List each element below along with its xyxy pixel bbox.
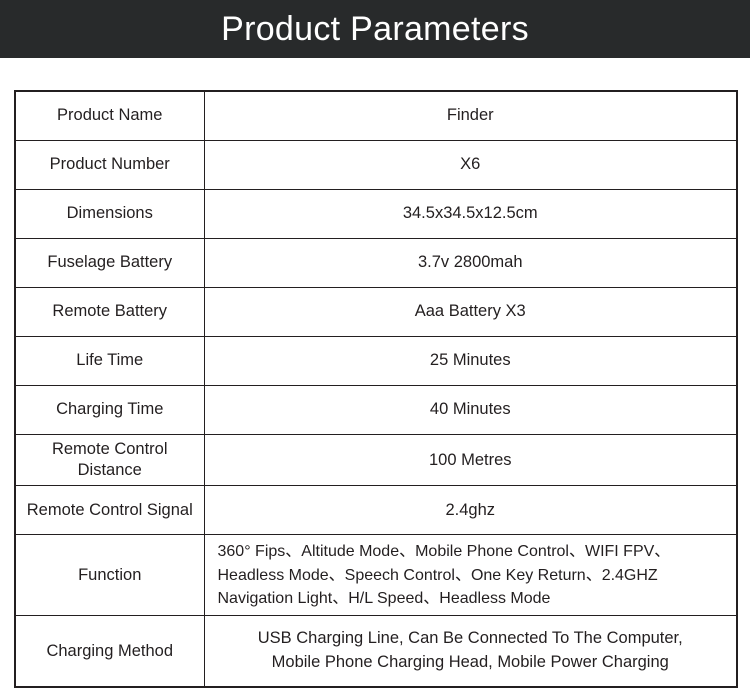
table-row: Dimensions 34.5x34.5x12.5cm bbox=[14, 189, 738, 239]
spec-table-body: Product Name Finder Product Number X6 Di… bbox=[14, 90, 738, 688]
parameter-value: 25 Minutes bbox=[203, 336, 738, 386]
parameter-value: X6 bbox=[203, 140, 738, 190]
function-line: Headless Mode、Speech Control、One Key Ret… bbox=[217, 566, 658, 584]
page-title: Product Parameters bbox=[221, 10, 529, 48]
function-line: 360° Fips、Altitude Mode、Mobile Phone Con… bbox=[217, 543, 671, 561]
parameter-label: Charging Method bbox=[14, 615, 205, 688]
parameter-label: Product Name bbox=[14, 90, 205, 141]
product-parameters-page: Product Parameters Product Name Finder P… bbox=[0, 0, 750, 698]
table-row: Product Name Finder bbox=[14, 90, 738, 141]
table-row: Fuselage Battery 3.7v 2800mah bbox=[14, 238, 738, 288]
parameter-value: 3.7v 2800mah bbox=[203, 238, 738, 288]
header-banner: Product Parameters bbox=[0, 0, 750, 58]
parameter-label: Remote Battery bbox=[14, 287, 205, 337]
charging-line: Mobile Phone Charging Head, Mobile Power… bbox=[271, 653, 669, 672]
table-row: Remote Control Distance 100 Metres bbox=[14, 433, 738, 487]
parameter-label: Remote Control Distance bbox=[14, 433, 205, 487]
table-row: Remote Battery Aaa Battery X3 bbox=[14, 287, 738, 337]
parameter-label: Dimensions bbox=[14, 189, 205, 239]
product-parameters-table: Product Name Finder Product Number X6 Di… bbox=[14, 90, 738, 689]
parameter-label: Function bbox=[14, 534, 205, 617]
parameter-value: 100 Metres bbox=[203, 433, 738, 487]
table-row: Life Time 25 Minutes bbox=[14, 336, 738, 386]
parameter-label: Charging Time bbox=[14, 385, 205, 435]
table-row: Product Number X6 bbox=[14, 140, 738, 190]
table-row: Remote Control Signal 2.4ghz bbox=[14, 485, 738, 536]
parameter-value: Finder bbox=[203, 90, 738, 141]
parameter-value: 40 Minutes bbox=[203, 385, 738, 435]
parameter-label: Remote Control Signal bbox=[14, 485, 205, 536]
parameter-label: Life Time bbox=[14, 336, 205, 386]
parameter-value: 360° Fips、Altitude Mode、Mobile Phone Con… bbox=[203, 534, 738, 617]
spec-table-container: Product Name Finder Product Number X6 Di… bbox=[14, 90, 738, 689]
parameter-value: 2.4ghz bbox=[203, 485, 738, 536]
parameter-value: USB Charging Line, Can Be Connected To T… bbox=[203, 615, 738, 688]
function-line: Navigation Light、H/L Speed、Headless Mode bbox=[217, 589, 551, 607]
parameter-label: Fuselage Battery bbox=[14, 238, 205, 288]
table-row: Charging Method USB Charging Line, Can B… bbox=[14, 615, 738, 688]
parameter-value: Aaa Battery X3 bbox=[203, 287, 738, 337]
parameter-label: Product Number bbox=[14, 140, 205, 190]
table-row: Function 360° Fips、Altitude Mode、Mobile … bbox=[14, 534, 738, 617]
table-row: Charging Time 40 Minutes bbox=[14, 385, 738, 435]
parameter-value: 34.5x34.5x12.5cm bbox=[203, 189, 738, 239]
charging-line: USB Charging Line, Can Be Connected To T… bbox=[257, 629, 683, 648]
